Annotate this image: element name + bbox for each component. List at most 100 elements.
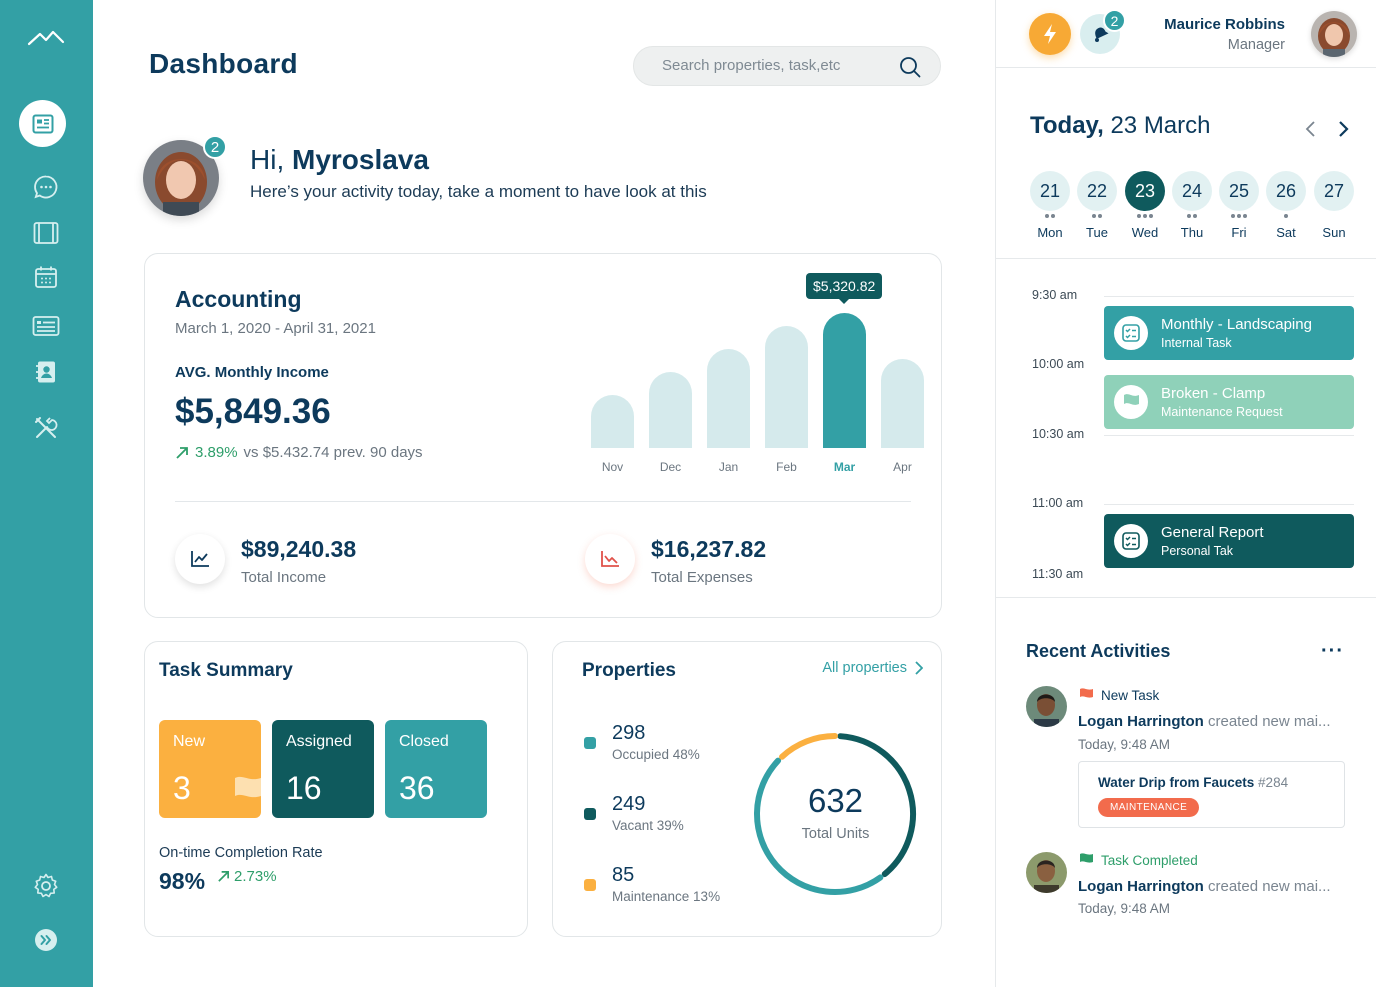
tile-closed[interactable]: Closed 36	[385, 720, 487, 818]
day-sat[interactable]: 26 Sat	[1266, 171, 1306, 240]
work-order-card[interactable]: Water Drip from Faucets #284 MAINTENANCE	[1078, 761, 1345, 828]
day-sun[interactable]: 27 Sun	[1314, 171, 1354, 240]
completion-trend: 2.73%	[217, 868, 277, 885]
today-date: 23 March	[1110, 112, 1211, 139]
event-dots	[1172, 212, 1212, 222]
all-properties-link[interactable]: All properties	[822, 660, 923, 676]
activity-text[interactable]: Logan Harrington created new mai...	[1078, 878, 1340, 895]
event-general-report[interactable]: General Report Personal Tak	[1104, 514, 1354, 568]
calendar-icon	[35, 266, 57, 288]
activity-user: Logan Harrington	[1078, 713, 1204, 730]
day-mon[interactable]: 21 Mon	[1030, 171, 1070, 240]
flag-icon	[1080, 688, 1093, 703]
trend-text: vs $5.432.74 prev. 90 days	[243, 444, 423, 461]
event-broken-clamp[interactable]: Broken - Clamp Maintenance Request	[1104, 375, 1354, 429]
bar-tooltip: $5,320.82	[806, 273, 883, 304]
total-units-value: 632	[807, 782, 864, 819]
more-options-icon[interactable]: ···	[1321, 640, 1344, 663]
bar-apr[interactable]	[881, 359, 924, 448]
event-title: Broken - Clamp	[1161, 385, 1266, 402]
tile-closed-label: Closed	[399, 733, 449, 750]
sidebar-item-tools[interactable]	[30, 412, 62, 444]
chart-down-icon	[601, 551, 619, 567]
divider	[175, 501, 911, 502]
contacts-icon	[36, 361, 55, 383]
sidebar-expand[interactable]	[30, 924, 62, 956]
gear-icon	[34, 873, 58, 898]
trend-up-icon	[176, 446, 188, 459]
checklist-icon	[1114, 316, 1148, 350]
bar-dec[interactable]	[649, 372, 692, 448]
lightning-icon	[1044, 24, 1056, 44]
day-wed[interactable]: 23 Wed	[1125, 171, 1165, 240]
user-avatar[interactable]	[1311, 11, 1357, 57]
sidebar-item-media[interactable]	[30, 217, 62, 249]
chart-line-icon	[191, 551, 209, 567]
day-name: Tue	[1086, 225, 1108, 240]
user-name[interactable]: Maurice Robbins	[1164, 16, 1285, 33]
day-name: Mon	[1037, 225, 1063, 240]
bar-feb[interactable]	[765, 326, 808, 448]
tile-new[interactable]: New 3	[159, 720, 261, 818]
sidebar-settings[interactable]	[30, 870, 62, 902]
tile-assigned-value: 16	[286, 770, 322, 806]
day-number: 24	[1172, 171, 1212, 211]
sidebar-item-chat[interactable]	[30, 171, 62, 203]
day-number: 25	[1219, 171, 1259, 211]
chevron-right-icon[interactable]	[1332, 118, 1354, 140]
activity-text[interactable]: Logan Harrington created new mai...	[1078, 713, 1340, 730]
legend-vacant-swatch	[584, 808, 596, 820]
today-label: Today,	[1030, 112, 1104, 139]
sidebar-item-dashboard[interactable]	[19, 100, 66, 147]
activity-kind: New Task	[1078, 687, 1159, 703]
day-number: 26	[1266, 171, 1306, 211]
sidebar-item-contacts[interactable]	[30, 356, 62, 388]
time-slot: 10:30 am	[1032, 427, 1085, 441]
event-dots	[1219, 212, 1259, 222]
trend-up-icon	[218, 871, 229, 882]
event-dots	[1266, 212, 1306, 222]
event-title: Monthly - Landscaping	[1161, 316, 1312, 333]
activity-avatar[interactable]	[1026, 686, 1067, 727]
day-tue[interactable]: 22 Tue	[1077, 171, 1117, 240]
bar-nov[interactable]	[591, 395, 634, 448]
event-monthly-landscaping[interactable]: Monthly - Landscaping Internal Task	[1104, 306, 1354, 360]
right-panel: 2 Maurice Robbins Manager Today, 23 Marc…	[995, 0, 1376, 987]
total-units-label: Total Units	[801, 826, 870, 842]
day-fri[interactable]: 25 Fri	[1219, 171, 1259, 240]
sidebar-item-listings[interactable]	[30, 310, 62, 342]
total-income-label: Total Income	[241, 569, 327, 586]
search-icon[interactable]	[898, 55, 922, 79]
bar-mar[interactable]	[823, 313, 866, 448]
mountain-logo-icon[interactable]	[26, 26, 66, 50]
greeting-title: Hi, Myroslava	[250, 144, 429, 176]
activity-description: created new mai...	[1208, 713, 1331, 730]
sidebar-item-calendar[interactable]	[30, 261, 62, 293]
time-slot: 9:30 am	[1032, 288, 1078, 302]
tile-assigned[interactable]: Assigned 16	[272, 720, 374, 818]
donut-segment-maintenance	[779, 733, 838, 760]
activity-kind-label: New Task	[1101, 687, 1160, 703]
task-summary-card: Task Summary New 3 Assigned 16 Closed 36…	[144, 641, 528, 937]
day-number: 23	[1125, 171, 1165, 211]
day-number: 21	[1030, 171, 1070, 211]
event-title: General Report	[1161, 524, 1264, 541]
day-thu[interactable]: 24 Thu	[1172, 171, 1212, 240]
day-name: Fri	[1231, 225, 1247, 240]
search-bar[interactable]	[633, 46, 941, 86]
time-slot: 11:30 am	[1032, 567, 1084, 581]
legend-maintenance-count: 85	[612, 864, 635, 886]
legend-occupied-label: Occupied 48%	[612, 747, 700, 762]
day-name: Thu	[1180, 225, 1204, 240]
time-gridline	[1104, 296, 1354, 297]
quick-action-button[interactable]	[1029, 13, 1071, 55]
chevron-left-icon[interactable]	[1300, 118, 1322, 140]
activity-kind: Task Completed	[1078, 852, 1198, 868]
sidebar	[0, 0, 93, 987]
avg-income-label: AVG. Monthly Income	[175, 364, 329, 381]
total-income-value: $89,240.38	[241, 536, 357, 562]
search-input[interactable]	[662, 57, 892, 74]
bar-jan[interactable]	[707, 349, 750, 448]
activity-avatar[interactable]	[1026, 852, 1067, 893]
greeting-hi: Hi,	[250, 144, 285, 175]
